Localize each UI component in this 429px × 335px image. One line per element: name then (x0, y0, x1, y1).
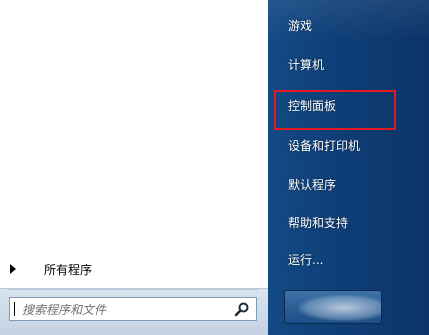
all-programs-item[interactable]: 所有程序 (0, 256, 262, 282)
shutdown-button[interactable] (284, 290, 382, 324)
menu-item-computer[interactable]: 计算机 (288, 56, 324, 73)
triangle-right-icon (10, 264, 16, 274)
start-menu: 所有程序 搜索程序和文件 游戏 计算机 控制面板 设备和打印机 默认程序 帮助和… (0, 0, 429, 335)
menu-item-games[interactable]: 游戏 (288, 17, 312, 34)
menu-item-help-support[interactable]: 帮助和支持 (288, 214, 348, 231)
start-menu-left-pane: 所有程序 搜索程序和文件 (0, 0, 268, 335)
start-menu-right-pane: 游戏 计算机 控制面板 设备和打印机 默认程序 帮助和支持 运行... (268, 0, 429, 335)
menu-item-default-programs[interactable]: 默认程序 (288, 176, 336, 193)
search-input[interactable]: 搜索程序和文件 (9, 297, 257, 321)
separator (8, 289, 258, 290)
search-placeholder: 搜索程序和文件 (22, 303, 107, 317)
all-programs-label: 所有程序 (44, 263, 93, 277)
blurred-overlay (299, 295, 381, 321)
magnifier-icon[interactable] (234, 301, 250, 317)
menu-item-run[interactable]: 运行... (288, 251, 323, 268)
text-caret (14, 302, 15, 316)
menu-item-control-panel[interactable]: 控制面板 (288, 97, 336, 114)
menu-item-devices-printers[interactable]: 设备和打印机 (288, 137, 360, 154)
